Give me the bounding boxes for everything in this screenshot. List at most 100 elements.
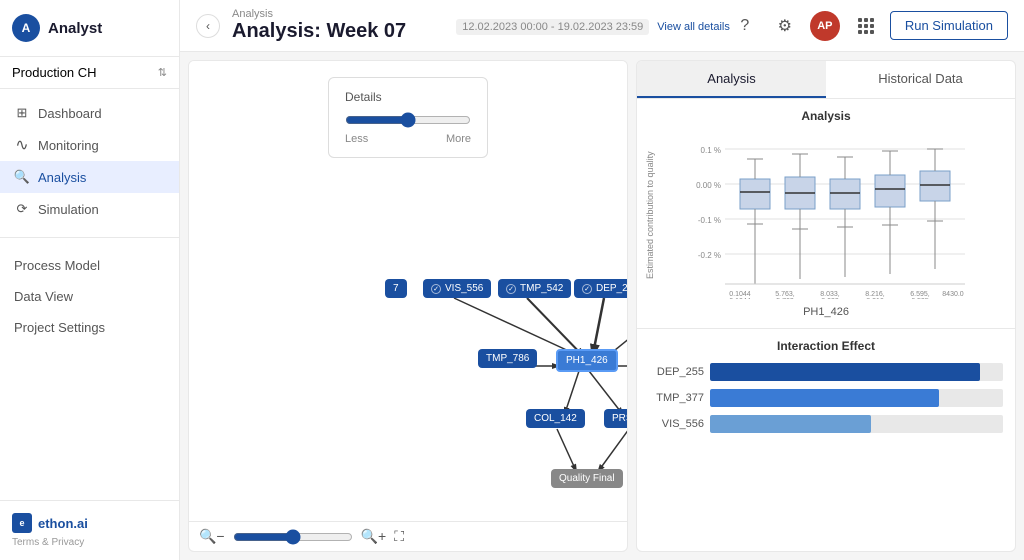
tab-analysis[interactable]: Analysis [637,61,826,98]
bar-track [710,389,1003,407]
details-title: Details [345,90,471,104]
bar-fill [710,363,980,381]
node-label: TMP_542 [520,283,563,294]
svg-text:0.1044: 0.1044 [729,291,751,298]
fit-screen-icon[interactable]: ⛶ [394,528,404,545]
topbar-actions: ? ⚙ AP Run Simulation [730,11,1008,41]
sidebar-item-project-settings[interactable]: Project Settings [0,312,179,343]
dag-graph[interactable]: Details Less More [189,61,627,521]
app-logo: A [12,14,40,42]
chart-svg-wrap: 0.1 % 0.00 % -0.1 % -0.2 % [663,129,1007,302]
sidebar-item-analysis[interactable]: 🔍 Analysis [0,161,179,193]
svg-text:6.595: 6.595 [911,298,929,299]
dag-node-col142[interactable]: COL_142 [526,409,585,428]
sidebar-divider [0,237,179,238]
details-slider[interactable] [345,112,471,128]
dag-node-quality-final[interactable]: Quality Final [551,469,623,488]
node-label: DEP_255 [596,283,627,294]
node-label: PRS_142 [612,413,627,424]
svg-text:8.033,: 8.033, [820,291,840,298]
graph-controls: 🔍− 🔍+ ⛶ [189,521,627,551]
sidebar-item-label: Project Settings [14,320,105,335]
graph-panel: Details Less More [188,60,628,552]
node-label: VIS_556 [445,283,483,294]
page-title: Analysis: Week 07 [232,20,456,43]
svg-text:5.763,: 5.763, [775,291,795,298]
sidebar-item-label: Simulation [38,202,99,217]
dag-node-phi426[interactable]: PH1_426 [556,349,618,372]
dag-node-prs142[interactable]: PRS_142 [604,409,627,428]
help-button[interactable]: ? [730,11,760,41]
right-tabs: Analysis Historical Data [637,61,1015,99]
chart-x-label: PH1_426 [645,306,1007,318]
svg-text:8.033: 8.033 [821,298,839,299]
project-selector[interactable]: Production CH ⇅ [0,57,179,89]
more-label: More [446,133,471,145]
run-simulation-button[interactable]: Run Simulation [890,11,1008,40]
node-check-icon: ✓ [582,284,592,294]
brand-icon: e [12,513,32,533]
sidebar-item-simulation[interactable]: ⟳ Simulation [0,193,179,225]
simulation-icon: ⟳ [14,201,30,217]
app-name: Analyst [48,20,102,37]
dag-node-dep255[interactable]: ✓ DEP_255 [574,279,627,298]
bar-label: TMP_377 [649,392,704,404]
zoom-out-icon[interactable]: 🔍− [199,528,225,545]
node-check-icon: ✓ [431,284,441,294]
brand-logo: e ethon.ai [12,513,167,533]
node-label: PH1_426 [566,355,608,366]
zoom-in-icon[interactable]: 🔍+ [361,528,387,545]
sidebar-item-label: Analysis [38,170,86,185]
view-all-details-link[interactable]: View all details [657,21,730,33]
svg-text:8.216: 8.216 [866,298,884,299]
sidebar-item-label: Data View [14,289,73,304]
main-content: ‹ Analysis Analysis: Week 07 12.02.2023 … [180,0,1024,560]
chart-container: Estimated contribution to quality 0.1 [645,129,1007,302]
monitoring-icon: ∿ [14,137,30,153]
bar-fill [710,415,871,433]
sidebar-item-data-view[interactable]: Data View [0,281,179,312]
bar-fill [710,389,939,407]
sidebar-item-label: Process Model [14,258,100,273]
node-label: 7 [393,283,399,294]
brand-name: ethon.ai [38,516,88,531]
less-label: Less [345,133,368,145]
zoom-slider[interactable] [233,529,353,545]
svg-text:8.216,: 8.216, [865,291,885,298]
grid-menu-button[interactable] [850,11,880,41]
project-name: Production CH [12,65,97,80]
bar-row: TMP_377 [649,389,1003,407]
dag-node-tmp542[interactable]: ✓ TMP_542 [498,279,571,298]
right-panel: Analysis Historical Data Analysis Estima… [636,60,1016,552]
back-button[interactable]: ‹ [196,14,220,38]
sidebar: A Analyst Production CH ⇅ ⊞ Dashboard ∿ … [0,0,180,560]
sidebar-item-process-model[interactable]: Process Model [0,250,179,281]
right-content: Analysis Estimated contribution to quali… [637,99,1015,551]
dag-node-tmp786[interactable]: TMP_786 [478,349,537,368]
svg-text:6.595,: 6.595, [910,291,930,298]
dag-node-vis556[interactable]: ✓ VIS_556 [423,279,491,298]
svg-text:5.763: 5.763 [776,298,794,299]
sidebar-item-monitoring[interactable]: ∿ Monitoring [0,129,179,161]
details-box: Details Less More [328,77,488,158]
avatar[interactable]: AP [810,11,840,41]
interaction-area: Interaction Effect DEP_255 TMP_377 [637,329,1015,551]
dag-node-7[interactable]: 7 [385,279,407,298]
bar-row: VIS_556 [649,415,1003,433]
topbar: ‹ Analysis Analysis: Week 07 12.02.2023 … [180,0,1024,52]
sidebar-item-dashboard[interactable]: ⊞ Dashboard [0,97,179,129]
sidebar-footer: e ethon.ai Terms & Privacy [0,500,179,560]
settings-button[interactable]: ⚙ [770,11,800,41]
chart-y-label: Estimated contribution to quality [645,129,661,302]
sidebar-item-label: Monitoring [38,138,99,153]
svg-text:-0.1 %: -0.1 % [698,216,721,225]
analysis-icon: 🔍 [14,169,30,185]
bar-track [710,415,1003,433]
bar-label: VIS_556 [649,418,704,430]
chart-title: Analysis [645,109,1007,123]
topbar-meta: 12.02.2023 00:00 - 19.02.2023 23:59 View… [456,19,730,35]
tab-historical[interactable]: Historical Data [826,61,1015,98]
chart-area: Analysis Estimated contribution to quali… [637,99,1015,329]
terms-link[interactable]: Terms & Privacy [12,537,167,548]
node-label: COL_142 [534,413,577,424]
